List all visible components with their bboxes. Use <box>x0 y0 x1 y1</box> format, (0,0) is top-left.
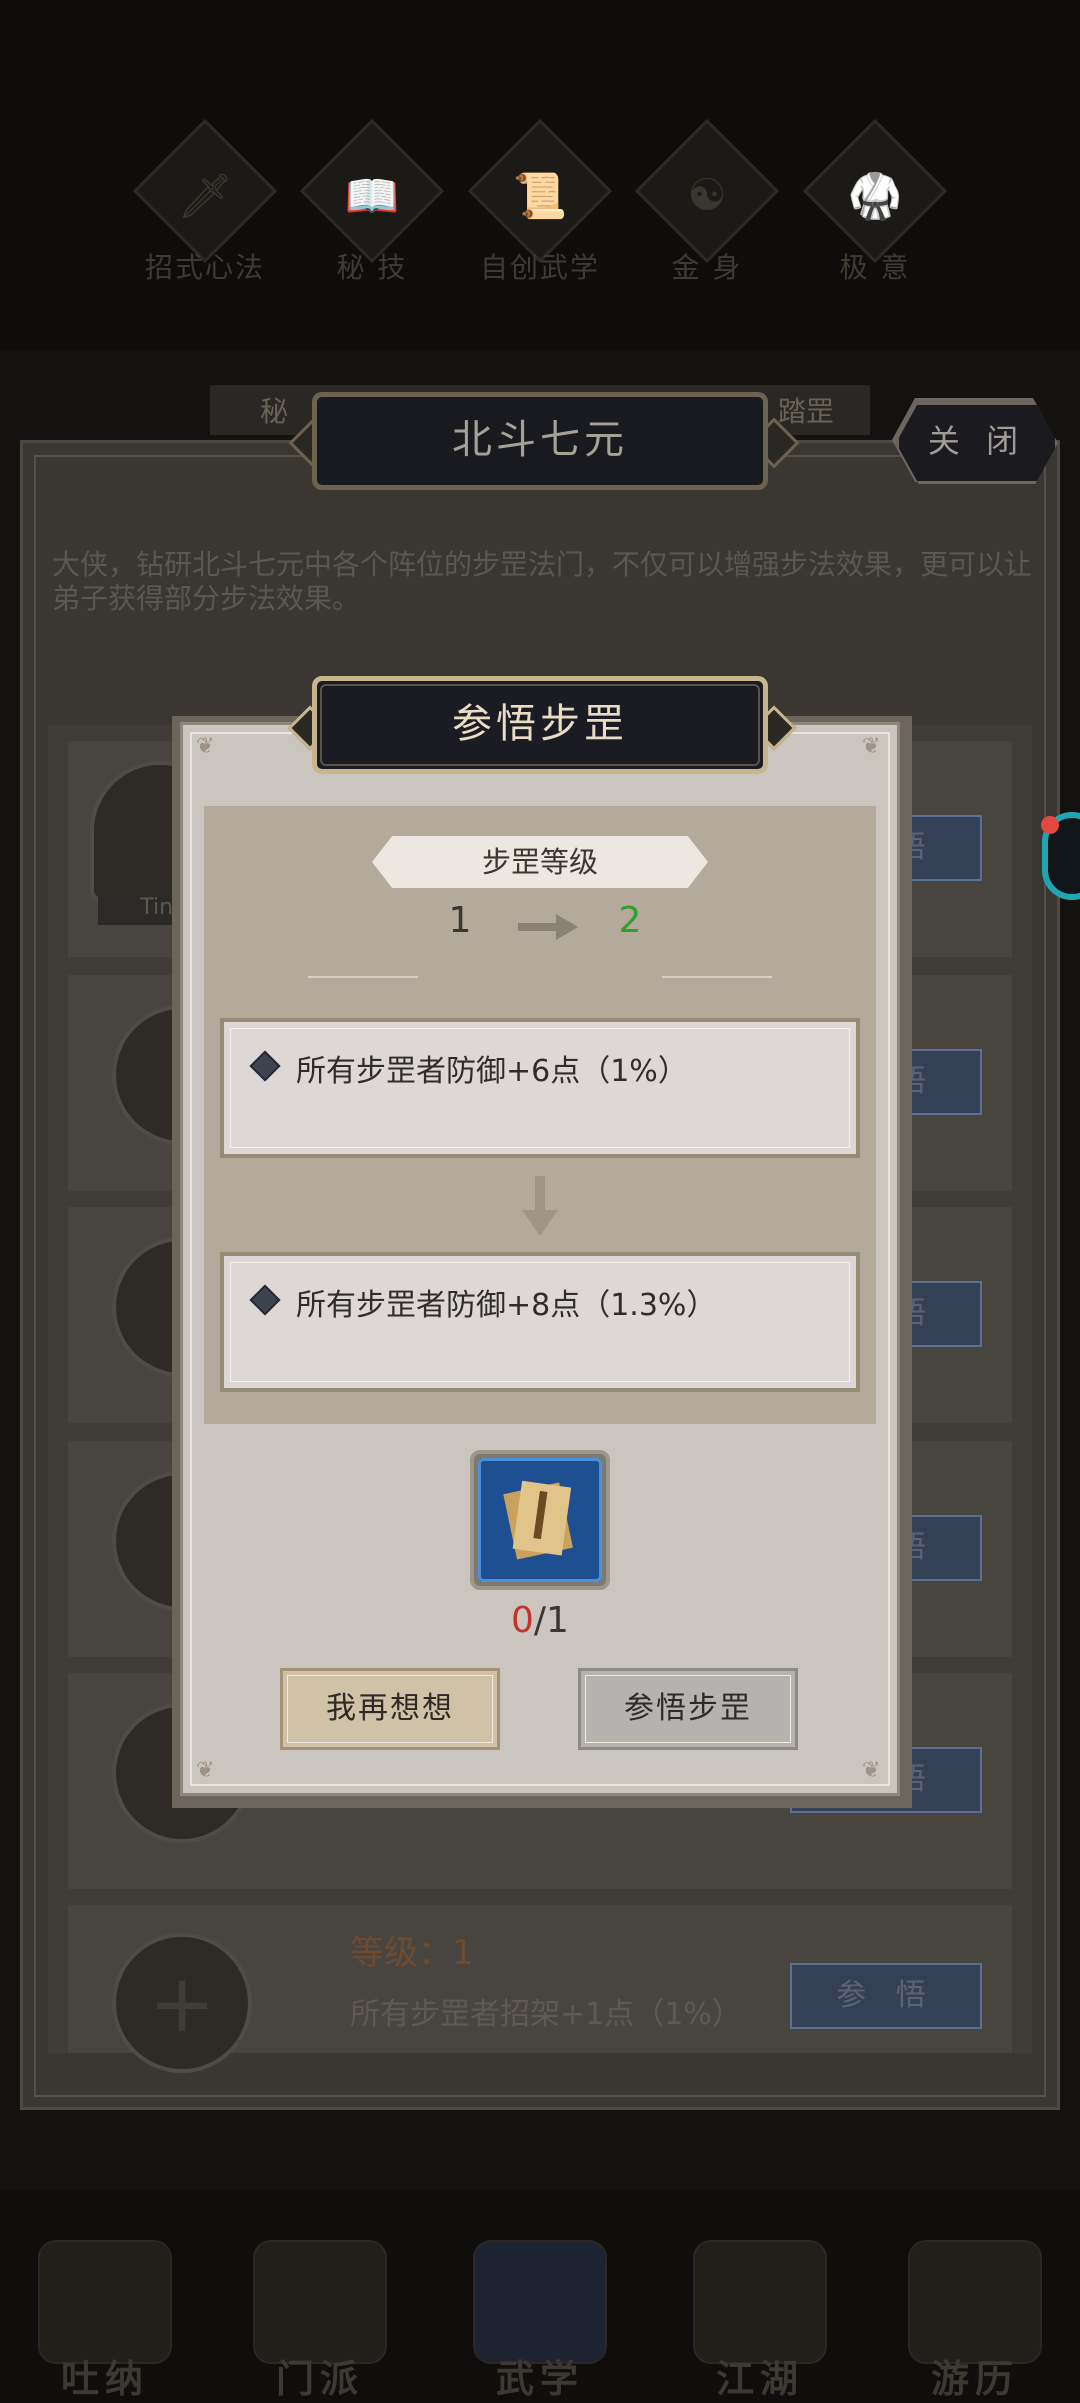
divider <box>662 976 772 978</box>
meditation-icon: ☯ <box>687 170 727 221</box>
divider <box>308 976 418 978</box>
level-to: 2 <box>618 900 642 941</box>
notification-dot <box>1041 816 1059 834</box>
top-nav-item-body[interactable]: ☯ 金 身 <box>634 118 780 290</box>
corner-ornament: ❦ <box>862 1758 881 1783</box>
current-effect-box: 所有步罡者防御+6点（1%） <box>220 1018 860 1158</box>
martial-icon <box>473 2240 607 2364</box>
confirm-comprehend-button[interactable]: 参悟步罡 <box>578 1668 798 1750</box>
sword-icon: 🗡 <box>177 171 233 222</box>
travel-icon <box>908 2240 1042 2364</box>
breath-icon <box>38 2240 172 2364</box>
current-effect-text: 所有步罡者防御+6点（1%） <box>296 1054 688 1089</box>
next-effect-box: 所有步罡者防御+8点（1.3%） <box>220 1252 860 1392</box>
top-nav-item-ultimate[interactable]: 🥋 极 意 <box>802 118 948 290</box>
close-button[interactable]: 关 闭 <box>896 402 1058 484</box>
top-nav-item-moves[interactable]: 🗡 招式心法 <box>132 118 278 290</box>
next-effect-text: 所有步罡者防御+8点（1.3%） <box>296 1288 717 1323</box>
plus-icon: + <box>148 1957 216 2050</box>
level-label: 步罡等级 <box>372 836 708 888</box>
top-nav-item-custom[interactable]: 📜 自创武学 <box>467 118 613 290</box>
down-arrow-icon <box>522 1176 558 1236</box>
sect-icon <box>253 2240 387 2364</box>
martial-pose-icon: 🥋 <box>847 171 903 222</box>
top-nav-item-secret[interactable]: 📖 秘 技 <box>299 118 445 290</box>
level-label: 等级：1 <box>350 1933 474 1973</box>
bottom-nav-item-travel[interactable]: 游历 <box>900 2240 1050 2401</box>
right-arrow-icon <box>518 914 578 940</box>
tab-left[interactable]: 秘 <box>260 390 288 430</box>
cost-have: 0 <box>511 1600 534 1641</box>
cost-need: /1 <box>533 1600 569 1641</box>
add-slot[interactable]: + <box>112 1933 252 2073</box>
level-from: 1 <box>448 900 472 941</box>
top-nav: 🗡 招式心法 📖 秘 技 📜 自创武学 ☯ 金 身 🥋 极 意 <box>0 0 1080 350</box>
corner-ornament: ❦ <box>196 1758 215 1783</box>
bottom-nav-item-breath[interactable]: 吐纳 <box>30 2240 180 2401</box>
scroll-icon: 📜 <box>512 171 568 222</box>
panel-title: 北斗七元 <box>312 392 768 490</box>
modal-title-inner-border <box>320 684 760 766</box>
bottom-nav-item-sect[interactable]: 门派 <box>245 2240 395 2401</box>
manual-scroll-icon[interactable] <box>478 1458 602 1582</box>
corner-ornament: ❦ <box>862 734 881 759</box>
panel-description: 大侠，钻研北斗七元中各个阵位的步罡法门，不仅可以增强步法效果，更可以让弟子获得部… <box>52 548 1033 615</box>
list-item: + 等级：1 所有步罡者招架+1点（1%） 参 悟 <box>68 1905 1012 2073</box>
book-icon: 📖 <box>344 171 400 222</box>
effect-text: 所有步罡者招架+1点（1%） <box>350 1997 742 2032</box>
bottom-nav-item-martial[interactable]: 武学 <box>465 2240 615 2401</box>
corner-ornament: ❦ <box>196 734 215 759</box>
bottom-nav-item-jianghu[interactable]: 江湖 <box>685 2240 835 2401</box>
tab-right[interactable]: 踏罡 <box>778 390 834 430</box>
item-cost: 0/1 <box>480 1600 600 1641</box>
cancel-button[interactable]: 我再想想 <box>280 1668 500 1750</box>
jianghu-icon <box>693 2240 827 2364</box>
comprehend-button[interactable]: 参 悟 <box>790 1963 982 2029</box>
